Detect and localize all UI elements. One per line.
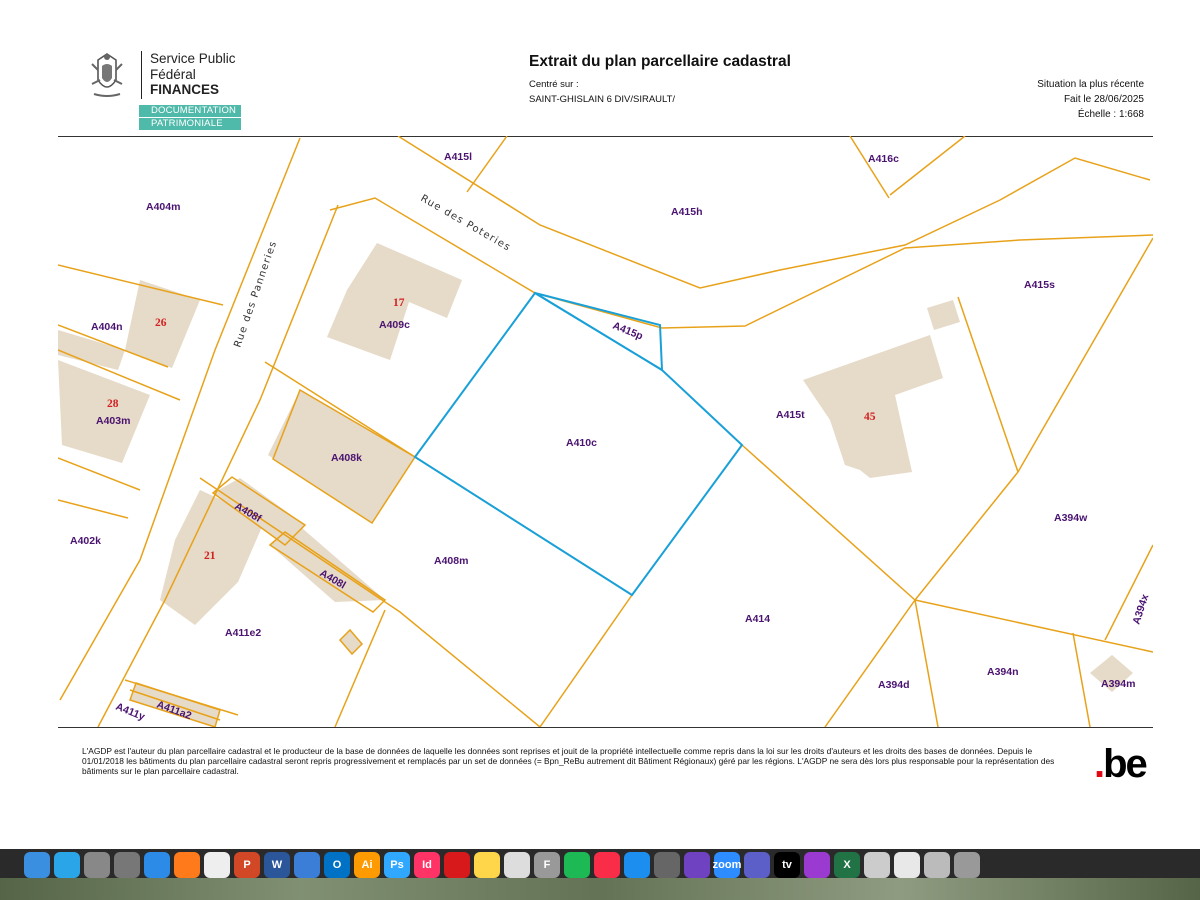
screenshot-icon[interactable]: [654, 852, 680, 878]
parcel-label: A415p: [611, 320, 645, 343]
zoom-icon[interactable]: zoom: [713, 852, 741, 878]
street-label-panneries: Rue des Panneries: [232, 239, 279, 349]
be-logo: .be: [1094, 742, 1148, 787]
quicktime-icon[interactable]: [54, 852, 80, 878]
parcel-label: A408m: [434, 555, 468, 567]
music-icon[interactable]: [594, 852, 620, 878]
page-title: Extrait du plan parcellaire cadastral: [529, 53, 791, 70]
finder-icon[interactable]: [24, 852, 50, 878]
situation-text: Situation la plus récente: [1037, 79, 1144, 90]
parcel-label: A394m: [1101, 678, 1135, 690]
parcel-label: A404n: [91, 321, 123, 333]
powerpoint-icon[interactable]: P: [234, 852, 260, 878]
trash-icon[interactable]: [954, 852, 980, 878]
parcel-label: A410c: [566, 437, 597, 449]
building-28: [58, 360, 150, 463]
house-number: 28: [107, 398, 119, 410]
parcel-label: A414: [745, 613, 770, 625]
centre-value: SAINT-GHISLAIN 6 DIV/SIRAULT/: [529, 94, 676, 105]
parcel-label: A411e2: [225, 627, 261, 639]
building-small-square: [340, 630, 362, 654]
parcel-lines: [58, 136, 1153, 727]
be-logo-text: be: [1103, 742, 1148, 786]
parcel-label: A408k: [331, 452, 362, 464]
be-logo-dot: .: [1094, 742, 1105, 786]
podcasts-icon[interactable]: [804, 852, 830, 878]
illustrator-icon[interactable]: Ai: [354, 852, 380, 878]
parcel-label: A415t: [776, 409, 805, 421]
mail-icon[interactable]: [294, 852, 320, 878]
preview-icon[interactable]: [864, 852, 890, 878]
imovie-icon[interactable]: [684, 852, 710, 878]
safari-icon[interactable]: [144, 852, 170, 878]
cadastral-map-svg: Rue des Poteries Rue des Panneries A415l…: [58, 136, 1153, 727]
parcel-label: A394w: [1054, 512, 1088, 524]
texteditor-icon[interactable]: [504, 852, 530, 878]
building-45-small: [927, 300, 960, 330]
acrobat-icon[interactable]: [444, 852, 470, 878]
parcel-label: A409c: [379, 319, 410, 331]
parcel-label: A415s: [1024, 279, 1055, 291]
belgian-coat-of-arms-icon: [91, 53, 123, 97]
launchpad-icon[interactable]: [114, 852, 140, 878]
disclaimer-text: L'AGDP est l'auteur du plan parcellaire …: [82, 746, 1055, 777]
page-header: Service Public Fédéral FINANCES DOCUMENT…: [0, 0, 1200, 135]
cadastral-map: Rue des Poteries Rue des Panneries A415l…: [58, 136, 1153, 727]
parcel-label: A415l: [444, 151, 472, 163]
scale-text: Échelle : 1:668: [1077, 109, 1144, 120]
system-preferences-icon[interactable]: [84, 852, 110, 878]
house-number: 45: [864, 411, 876, 423]
excel-icon[interactable]: X: [834, 852, 860, 878]
org-line-1: Service Public: [150, 51, 236, 66]
teams-icon[interactable]: [744, 852, 770, 878]
fontbook-icon[interactable]: F: [534, 852, 560, 878]
parcel-label: A394n: [987, 666, 1019, 678]
spotify-icon[interactable]: [564, 852, 590, 878]
centre-label: Centré sur :: [529, 79, 579, 90]
parcel-label: A394x: [1130, 593, 1151, 626]
org-name: Service Public Fédéral FINANCES: [150, 51, 236, 98]
dept-label-2: PATRIMONIALE: [139, 118, 241, 130]
parcel-label: A394d: [878, 679, 910, 691]
dept-label-1: DOCUMENTATION: [139, 105, 241, 117]
parcel-label: A404m: [146, 201, 180, 213]
parcel-label: A415h: [671, 206, 703, 218]
house-number: 21: [204, 550, 216, 562]
map-bottom-rule: [58, 727, 1153, 728]
building-45: [803, 335, 943, 478]
firefox-icon[interactable]: [174, 852, 200, 878]
parcel-label: A403m: [96, 415, 130, 427]
house-number: 26: [155, 317, 167, 329]
appstore-icon[interactable]: [624, 852, 650, 878]
chrome-icon[interactable]: [204, 852, 230, 878]
documents-icon[interactable]: [924, 852, 950, 878]
photoshop-icon[interactable]: Ps: [384, 852, 410, 878]
notes-icon[interactable]: [474, 852, 500, 878]
parcel-label: A416c: [868, 153, 899, 165]
house-number: 17: [393, 297, 405, 309]
parcel-label: A402k: [70, 535, 101, 547]
outlook-icon[interactable]: O: [324, 852, 350, 878]
photos-icon[interactable]: [894, 852, 920, 878]
indesign-icon[interactable]: Id: [414, 852, 440, 878]
date-text: Fait le 28/06/2025: [1063, 94, 1144, 105]
org-line-3: FINANCES: [150, 82, 220, 97]
appletv-icon[interactable]: tv: [774, 852, 800, 878]
street-label-poteries: Rue des Poteries: [419, 193, 513, 254]
dock-icons: P W O Ai Ps Id Fzoom tv X: [24, 852, 980, 882]
logo-divider: [141, 51, 142, 99]
org-line-2: Fédéral: [150, 66, 196, 82]
word-icon[interactable]: W: [264, 852, 290, 878]
